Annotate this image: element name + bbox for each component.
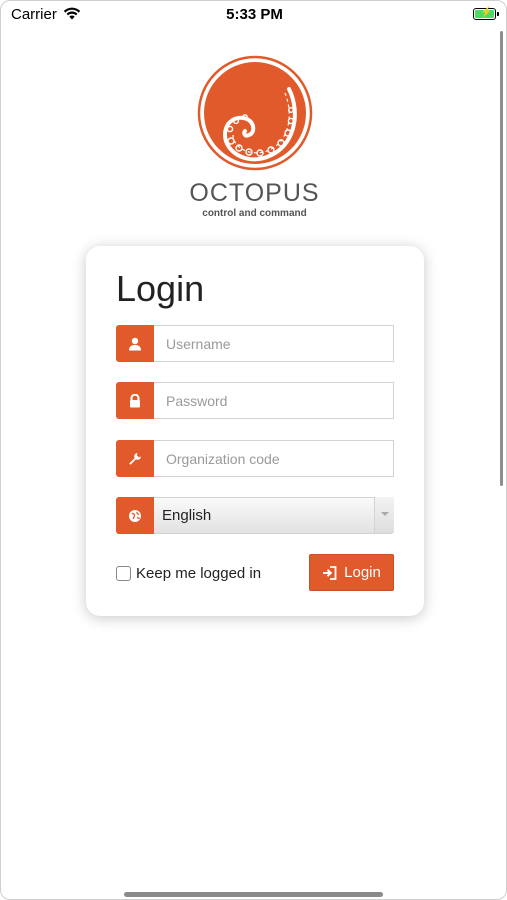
- language-select[interactable]: English: [116, 497, 394, 534]
- keep-logged-in[interactable]: Keep me logged in: [116, 565, 261, 582]
- password-input[interactable]: [154, 382, 394, 419]
- user-icon: [116, 325, 154, 362]
- login-button-label: Login: [344, 564, 381, 581]
- clock: 5:33 PM: [226, 6, 283, 23]
- brand-tagline: control and command: [202, 208, 307, 219]
- sign-in-icon: [323, 565, 337, 580]
- app-screen: Carrier 5:33 PM ⚡ OCTOPUS control and co…: [0, 0, 507, 900]
- lock-icon: [116, 382, 154, 419]
- battery-icon: ⚡: [473, 7, 499, 20]
- keep-logged-in-label: Keep me logged in: [136, 565, 262, 582]
- chevron-down-icon[interactable]: [374, 497, 394, 533]
- keep-logged-in-checkbox[interactable]: [116, 566, 131, 581]
- username-input[interactable]: [154, 325, 394, 362]
- globe-icon: [116, 497, 154, 534]
- organization-field: [116, 440, 394, 477]
- login-button[interactable]: Login: [309, 554, 394, 591]
- scrollbar[interactable]: [500, 31, 503, 486]
- page-title: Login: [116, 268, 205, 309]
- status-bar: Carrier 5:33 PM ⚡: [1, 1, 506, 31]
- octopus-logo: [197, 55, 313, 171]
- login-card: Login English: [86, 246, 424, 616]
- password-field: [116, 382, 394, 419]
- brand-name: OCTOPUS: [189, 179, 320, 207]
- home-indicator[interactable]: [124, 892, 383, 897]
- wrench-icon: [116, 440, 154, 477]
- language-value: English: [154, 497, 394, 534]
- organization-code-input[interactable]: [154, 440, 394, 477]
- username-field: [116, 325, 394, 362]
